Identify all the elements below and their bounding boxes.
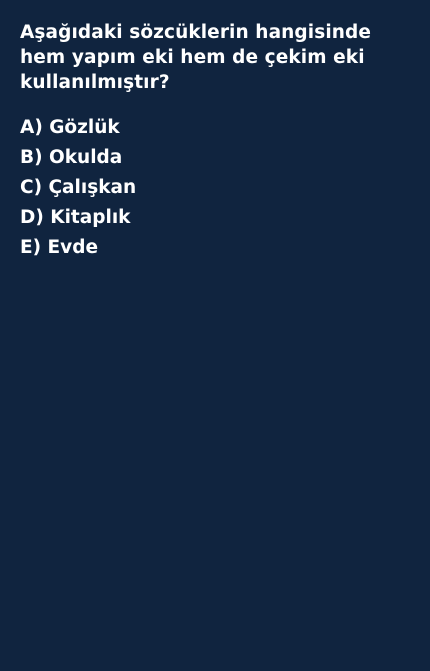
answer-options: A) Gözlük B) Okulda C) Çalışkan D) Kitap… [20,113,410,263]
question-text: Aşağıdaki sözcüklerin hangisinde hem yap… [20,22,372,93]
option-c[interactable]: C) Çalışkan [20,173,410,203]
quiz-panel: Aşağıdaki sözcüklerin hangisinde hem yap… [0,0,430,671]
option-d[interactable]: D) Kitaplık [20,203,410,233]
option-b[interactable]: B) Okulda [20,143,410,173]
option-e[interactable]: E) Evde [20,233,410,263]
option-a[interactable]: A) Gözlük [20,113,410,143]
